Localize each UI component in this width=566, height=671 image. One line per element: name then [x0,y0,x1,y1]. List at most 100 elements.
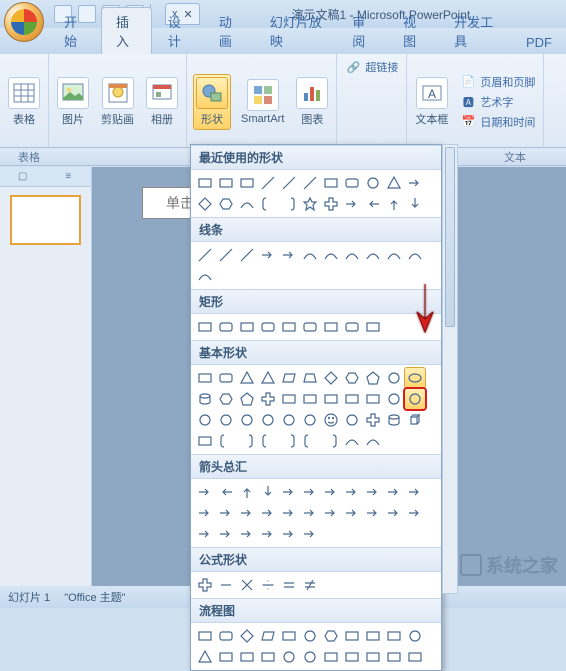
shape-arrow-10[interactable] [405,173,425,193]
shapes-button[interactable]: 形状 [193,74,231,130]
shape-circ-9[interactable] [384,368,404,388]
clipart-button[interactable]: 剪贴画 [99,75,136,129]
shape-curve-11[interactable] [195,266,215,286]
shape-rect-21[interactable] [405,647,425,667]
shape-arrow-15[interactable] [279,503,299,523]
album-button[interactable]: 相册 [144,75,180,129]
shape-rrect-3[interactable] [258,317,278,337]
shape-rect-4[interactable] [279,317,299,337]
shape-curve-41[interactable] [363,431,383,451]
shape-circ-16[interactable] [300,647,320,667]
office-button[interactable] [4,2,44,42]
scrollbar-thumb[interactable] [445,147,455,327]
hyperlink-button[interactable]: 🔗超链接 [343,58,400,76]
shape-arrow-19[interactable] [363,503,383,523]
shape-rect-14[interactable] [258,647,278,667]
chart-button[interactable]: 图表 [294,75,330,129]
shape-hex-7[interactable] [342,368,362,388]
shape-line-1[interactable] [216,245,236,265]
shape-arrow-12[interactable] [216,503,236,523]
shape-arrow-21[interactable] [405,503,425,523]
shape-plus-14[interactable] [258,389,278,409]
shape-arrow-7[interactable] [342,482,362,502]
shape-curve-7[interactable] [342,245,362,265]
shape-rrect-1[interactable] [216,626,236,646]
shape-arrow-27[interactable] [300,524,320,544]
shape-div-3[interactable] [258,575,278,595]
shape-circ-29[interactable] [342,410,362,430]
shape-curve-13[interactable] [237,194,257,214]
shape-circ-20[interactable] [384,389,404,409]
shape-arrow-18[interactable] [342,194,362,214]
shape-rect-0[interactable] [195,317,215,337]
shape-neq-5[interactable] [300,575,320,595]
shape-arrow-25[interactable] [258,524,278,544]
shape-plus-0[interactable] [195,575,215,595]
shape-arrow-4[interactable] [279,245,299,265]
shape-rect-8[interactable] [363,317,383,337]
shape-rect-8[interactable] [363,626,383,646]
shape-rect-0[interactable] [195,368,215,388]
shape-dia-6[interactable] [321,368,341,388]
shape-darrow-3[interactable] [258,482,278,502]
shape-circ-25[interactable] [258,410,278,430]
shape-hex-6[interactable] [321,626,341,646]
shape-arrow-0[interactable] [195,482,215,502]
shape-rect-2[interactable] [237,173,257,193]
picture-button[interactable]: 图片 [55,75,91,129]
shape-line-3[interactable] [258,173,278,193]
shape-larrow-19[interactable] [363,194,383,214]
shape-arrow-17[interactable] [321,503,341,523]
tab-animation[interactable]: 动画 [205,8,254,54]
shape-mult-2[interactable] [237,575,257,595]
tab-insert[interactable]: 插入 [101,7,152,54]
shape-arrow-24[interactable] [237,524,257,544]
shape-arrow-16[interactable] [300,503,320,523]
shape-rect-9[interactable] [384,626,404,646]
shape-cube-32[interactable] [405,410,425,430]
shape-plus-17[interactable] [321,194,341,214]
shape-arrow-8[interactable] [363,482,383,502]
datetime-button[interactable]: 📅日期和时间 [458,113,537,131]
shape-arrow-23[interactable] [216,524,236,544]
shape-arrow-22[interactable] [195,524,215,544]
shape-tri-2[interactable] [237,368,257,388]
shape-arrow-20[interactable] [384,503,404,523]
header-footer-button[interactable]: 📄页眉和页脚 [458,73,537,91]
shape-circ-23[interactable] [216,410,236,430]
shape-uarrow-20[interactable] [384,194,404,214]
shape-rect-19[interactable] [363,647,383,667]
shape-curve-5[interactable] [300,245,320,265]
shape-circ-24[interactable] [237,410,257,430]
shape-arrow-26[interactable] [279,524,299,544]
textbox-button[interactable]: A 文本框 [413,75,450,129]
shape-para-3[interactable] [258,626,278,646]
shape-cyl-11[interactable] [195,389,215,409]
shape-rect-15[interactable] [279,389,299,409]
shape-rrect-1[interactable] [216,368,236,388]
shape-circ-22[interactable] [195,410,215,430]
shape-rrect-5[interactable] [300,317,320,337]
shape-brak-34[interactable] [216,431,236,451]
shape-tri-9[interactable] [384,173,404,193]
shape-star-16[interactable] [300,194,320,214]
shape-arrow-4[interactable] [279,482,299,502]
shape-para-4[interactable] [279,368,299,388]
shape-arrow-3[interactable] [258,245,278,265]
shape-cyl-31[interactable] [384,410,404,430]
shape-brak-14[interactable] [258,194,278,214]
dropdown-scrollbar[interactable] [442,144,458,594]
shape-rect-6[interactable] [321,173,341,193]
shape-arrow-13[interactable] [237,503,257,523]
shape-brak2-15[interactable] [279,194,299,214]
shape-circ-5[interactable] [300,626,320,646]
shape-circ-26[interactable] [279,410,299,430]
tab-view[interactable]: 视图 [389,8,438,54]
shape-curve-9[interactable] [384,245,404,265]
shape-line-2[interactable] [237,245,257,265]
shape-dia-11[interactable] [195,194,215,214]
shape-ell-10[interactable] [405,368,425,388]
thumb-tab-outline[interactable]: ≡ [46,167,92,186]
shape-circ-10[interactable] [405,626,425,646]
shape-dia-2[interactable] [237,626,257,646]
